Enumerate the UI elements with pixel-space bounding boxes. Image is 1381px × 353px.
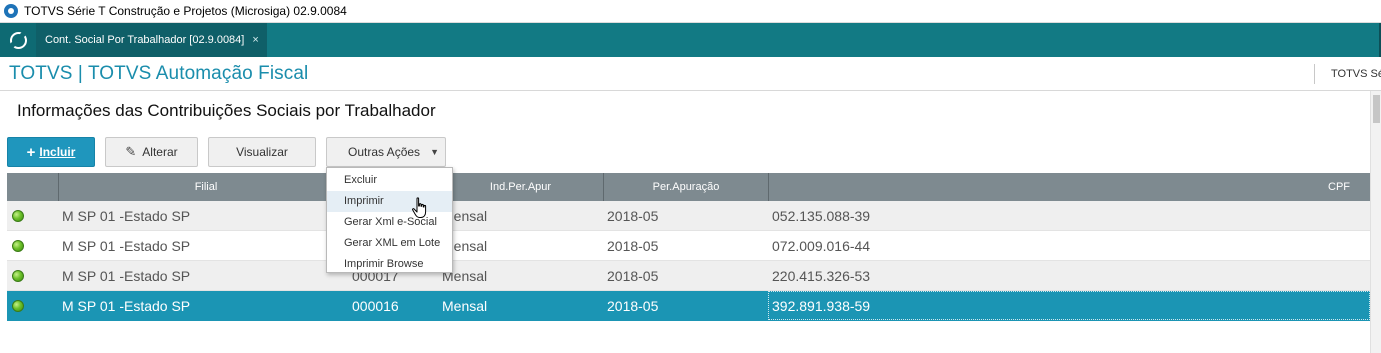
visualizar-button[interactable]: Visualizar	[208, 137, 316, 167]
cell-filial: M SP 01 -Estado SP	[62, 208, 191, 224]
cell-id: 000016	[352, 298, 399, 314]
plus-icon: +	[26, 143, 36, 161]
cell-filial: M SP 01 -Estado SP	[62, 298, 191, 314]
table-row[interactable]: M SP 01 -Estado SP 000017 Mensal 2018-05…	[7, 261, 1370, 291]
cell-per-apuracao: 2018-05	[607, 208, 659, 224]
app-logo-icon	[4, 4, 18, 18]
cell-per-apuracao: 2018-05	[607, 238, 659, 254]
table-row-selected[interactable]: M SP 01 -Estado SP 000016 Mensal 2018-05…	[7, 291, 1370, 321]
status-green-icon	[12, 270, 24, 282]
totvs-home-icon	[9, 31, 27, 49]
grid-header: Filial Ind.Per.Apur Per.Apuração CPF	[7, 173, 1370, 201]
column-header-cpf[interactable]: CPF	[769, 173, 1370, 201]
column-header-status[interactable]	[7, 173, 59, 201]
scrollbar-thumb[interactable]	[1373, 95, 1380, 123]
column-header-per-apuracao[interactable]: Per.Apuração	[604, 173, 769, 201]
environment-info: TOTVS Sé	[1331, 68, 1381, 80]
cell-ind-per-apur: Mensal	[442, 298, 488, 314]
status-green-icon	[12, 300, 24, 312]
tab-cont-social[interactable]: Cont. Social Por Trabalhador [02.9.0084]…	[36, 23, 267, 57]
cell-cpf: 072.009.016-44	[772, 238, 871, 254]
status-green-icon	[12, 240, 24, 252]
incluir-label: Incluir	[39, 145, 76, 159]
menu-item-gerar-xml-esocial[interactable]: Gerar Xml e-Social	[327, 212, 452, 233]
header-divider	[1314, 64, 1315, 84]
page-title: Informações das Contribuições Sociais po…	[17, 101, 436, 120]
cell-per-apuracao: 2018-05	[607, 268, 659, 284]
cell-cpf: 392.891.938-59	[772, 298, 871, 314]
table-row[interactable]: M SP 01 -Estado SP Mensal 2018-05 052.13…	[7, 201, 1370, 231]
alterar-button[interactable]: ✎ Alterar	[105, 137, 198, 167]
cell-cpf: 220.415.326-53	[772, 268, 871, 284]
cell-filial: M SP 01 -Estado SP	[62, 238, 191, 254]
module-header: TOTVS | TOTVS Automação Fiscal TOTVS Sé	[0, 58, 1381, 91]
module-title: TOTVS | TOTVS Automação Fiscal	[9, 63, 309, 84]
column-header-filial[interactable]: Filial	[59, 173, 354, 201]
alterar-label: Alterar	[142, 145, 178, 159]
cell-per-apuracao: 2018-05	[607, 298, 659, 314]
status-green-icon	[12, 210, 24, 222]
caret-down-icon: ▼	[430, 147, 439, 157]
cell-cpf: 052.135.088-39	[772, 208, 871, 224]
vertical-scrollbar[interactable]	[1370, 91, 1381, 353]
close-tab-icon[interactable]: ×	[252, 34, 258, 46]
incluir-button[interactable]: + Incluir	[7, 137, 95, 167]
pencil-icon: ✎	[125, 144, 137, 159]
menu-item-imprimir-browse[interactable]: Imprimir Browse	[327, 254, 452, 275]
cell-filial: M SP 01 -Estado SP	[62, 268, 191, 284]
window-title: TOTVS Série T Construção e Projetos (Mic…	[24, 4, 347, 18]
outras-acoes-menu: Excluir Imprimir Gerar Xml e-Social Gera…	[326, 167, 453, 273]
outras-acoes-button[interactable]: Outras Ações ▼	[326, 137, 446, 167]
column-header-ind-per-apur[interactable]: Ind.Per.Apur	[438, 173, 604, 201]
menu-item-gerar-xml-lote[interactable]: Gerar XML em Lote	[327, 233, 452, 254]
visualizar-label: Visualizar	[236, 145, 288, 159]
menu-item-excluir[interactable]: Excluir	[327, 170, 452, 191]
home-button[interactable]	[0, 23, 36, 57]
window-titlebar: TOTVS Série T Construção e Projetos (Mic…	[0, 0, 1381, 23]
table-row[interactable]: M SP 01 -Estado SP Mensal 2018-05 072.00…	[7, 231, 1370, 261]
hand-pointer-icon	[412, 197, 427, 218]
menu-item-imprimir[interactable]: Imprimir	[327, 191, 452, 212]
outras-acoes-label: Outras Ações	[348, 145, 421, 159]
tab-label: Cont. Social Por Trabalhador [02.9.0084]	[45, 34, 245, 46]
tab-bar: Cont. Social Por Trabalhador [02.9.0084]…	[0, 23, 1381, 57]
